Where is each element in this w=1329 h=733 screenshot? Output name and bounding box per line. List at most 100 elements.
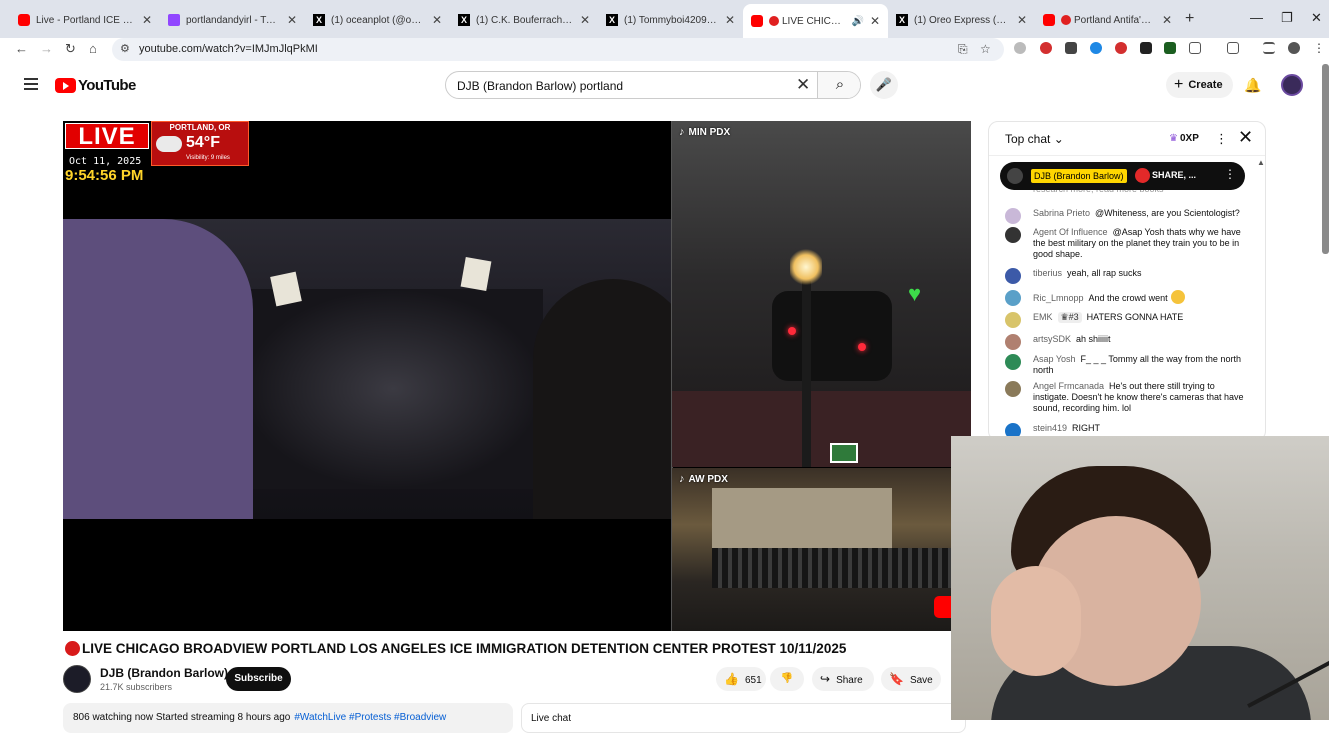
extension-icon[interactable] — [1040, 42, 1052, 54]
browser-tab[interactable]: X (1) oceanplot (@oceanplot ✕ — [305, 6, 450, 34]
chat-author[interactable]: Agent Of Influence — [1033, 227, 1108, 237]
chat-author[interactable]: tiberius — [1033, 268, 1062, 278]
chat-author[interactable]: Asap Yosh — [1033, 354, 1076, 364]
site-settings-icon[interactable]: ⚙ — [120, 42, 130, 55]
create-button[interactable]: + Create — [1166, 72, 1233, 98]
search-box[interactable]: DJB (Brandon Barlow) portland ✕ ⌕ — [445, 71, 861, 99]
pinned-message-banner[interactable]: DJB (Brandon Barlow) SHARE, ... ⋮ — [1000, 162, 1245, 190]
chat-author[interactable]: EMK — [1033, 312, 1053, 322]
building-image — [712, 488, 892, 548]
speaker-icon[interactable]: 🔊 — [851, 16, 863, 27]
hashtags[interactable]: #WatchLive #Protests #Broadview — [294, 712, 446, 723]
subscribe-button[interactable]: Subscribe — [226, 667, 291, 691]
browser-tab[interactable]: X (1) Tommyboi4209 (@Tom ✕ — [598, 6, 743, 34]
crowd-image — [712, 548, 952, 588]
close-tab-icon[interactable]: ✕ — [870, 14, 880, 28]
video-player[interactable]: ♥ ♪ MIN PDX ♪ AW PDX LIVE PORTLAND, OR 54°… — [63, 121, 971, 631]
chat-author[interactable]: Angel Frmcanada — [1033, 381, 1104, 391]
page-scrollbar[interactable] — [1322, 64, 1329, 254]
minimize-button[interactable]: — — [1250, 10, 1263, 25]
browser-menu-icon[interactable]: ⋮ — [1313, 42, 1325, 54]
chat-message[interactable]: Asap Yosh F_ _ _ Tommy all the way from t… — [1005, 354, 1245, 376]
overlay-time: 9:54:56 PM — [65, 167, 144, 184]
close-tab-icon[interactable]: ✕ — [1017, 13, 1027, 27]
bookmark-star-icon[interactable]: ☆ — [980, 42, 991, 56]
youtube-icon — [18, 14, 30, 26]
scroll-up-arrow-icon[interactable]: ▲ — [1257, 158, 1265, 167]
chat-message[interactable]: Angel Frmcanada He's out there still tryi… — [1005, 381, 1245, 414]
browser-tab-active[interactable]: LIVE CHICAGO BRO 🔊 ✕ — [743, 4, 888, 38]
more-options-icon[interactable]: ⋮ — [1224, 167, 1236, 181]
chat-message[interactable]: Sabrina Prieto @Whiteness, are you Scient… — [1005, 208, 1245, 224]
chat-message[interactable]: Ric_Lmnopp And the crowd went — [1005, 290, 1245, 306]
side-panel-icon[interactable] — [1227, 42, 1239, 54]
chat-author[interactable]: stein419 — [1033, 423, 1067, 433]
microphone-icon[interactable]: 🎤 — [870, 71, 898, 99]
profile-avatar-icon[interactable] — [1288, 42, 1300, 54]
green-heart-icon: ♥ — [908, 281, 922, 306]
home-icon[interactable]: ⌂ — [89, 41, 97, 56]
puzzle-extensions-icon[interactable] — [1189, 42, 1201, 54]
chat-message[interactable]: stein419 RIGHT — [1005, 423, 1245, 439]
live-dot-icon — [1061, 15, 1071, 25]
chat-text: ah shiiiiit — [1076, 334, 1111, 344]
close-tab-icon[interactable]: ✕ — [142, 13, 152, 27]
new-tab-button[interactable]: + — [1185, 10, 1194, 28]
chat-author[interactable]: artsySDK — [1033, 334, 1071, 344]
close-tab-icon[interactable]: ✕ — [1162, 13, 1172, 27]
extension-icon[interactable] — [1115, 42, 1127, 54]
account-avatar[interactable] — [1281, 74, 1303, 96]
extension-icon[interactable] — [1140, 42, 1152, 54]
chat-author[interactable]: Sabrina Prieto — [1033, 208, 1090, 218]
chat-message[interactable]: artsySDK ah shiiiiit — [1005, 334, 1245, 350]
media-control-icon[interactable] — [1263, 42, 1275, 54]
clear-search-icon[interactable]: ✕ — [796, 75, 810, 95]
chat-mode-dropdown[interactable]: Top chat ⌄ — [1005, 132, 1064, 146]
channel-avatar[interactable] — [63, 665, 91, 693]
description-box[interactable]: 806 watching now Started streaming 8 hou… — [63, 703, 513, 733]
rank-badge: ♛#3 — [1057, 312, 1082, 323]
close-tab-icon[interactable]: ✕ — [725, 13, 735, 27]
search-icon[interactable]: ⌕ — [817, 72, 860, 98]
browser-tab[interactable]: X (1) Oreo Express (@OreoE ✕ — [888, 6, 1035, 34]
more-options-icon[interactable]: ⋮ — [1215, 131, 1228, 147]
chat-message[interactable]: Agent Of Influence @Asap Yosh thats why w… — [1005, 227, 1245, 260]
close-tab-icon[interactable]: ✕ — [580, 13, 590, 27]
youtube-logo[interactable]: YouTube — [55, 77, 136, 94]
save-button[interactable]: 🔖 Save — [881, 667, 941, 691]
forward-arrow-icon[interactable]: → — [40, 41, 53, 56]
browser-tab[interactable]: Portland Antifa's LASER ✕ — [1035, 6, 1180, 34]
close-tab-icon[interactable]: ✕ — [432, 13, 442, 27]
browser-tab[interactable]: portlandandyirl - Twitch ✕ — [160, 6, 305, 34]
search-input[interactable]: DJB (Brandon Barlow) portland — [457, 79, 623, 93]
browser-tab[interactable]: X (1) C.K. Bouferrache aka H ✕ — [450, 6, 598, 34]
extension-icon[interactable] — [1014, 42, 1026, 54]
reload-icon[interactable]: ↻ — [65, 41, 76, 57]
like-button[interactable]: 👍 651 — [716, 667, 766, 691]
close-icon[interactable]: ✕ — [1238, 127, 1253, 148]
chat-message[interactable]: EMK ♛#3 HATERS GONNA HATE — [1005, 312, 1245, 328]
extension-icon[interactable] — [1164, 42, 1176, 54]
chat-author[interactable]: Ric_Lmnopp — [1033, 293, 1084, 303]
extension-icon[interactable] — [1065, 42, 1077, 54]
notifications-bell-icon[interactable]: 🔔 — [1244, 77, 1261, 94]
x-icon: X — [313, 14, 325, 26]
close-tab-icon[interactable]: ✕ — [287, 13, 297, 27]
chat-message[interactable]: tiberius yeah, all rap sucks — [1005, 268, 1245, 284]
extension-icon[interactable] — [1090, 42, 1102, 54]
address-bar[interactable]: ⚙ youtube.com/watch?v=IMJmJlqPkMI ⎘ ☆ — [112, 38, 1004, 61]
share-button[interactable]: ↪ Share — [812, 667, 874, 691]
live-chat-replay-bar[interactable]: Live chat — [521, 703, 966, 733]
dislike-button[interactable]: 👎 — [770, 667, 804, 691]
channel-name[interactable]: DJB (Brandon Barlow) — [100, 666, 228, 680]
browser-tab[interactable]: Live - Portland ICE Protest ✕ — [10, 6, 160, 34]
url-text[interactable]: youtube.com/watch?v=IMJmJlqPkMI — [139, 43, 318, 55]
close-window-button[interactable]: ✕ — [1311, 10, 1322, 26]
chat-text: yeah, all rap sucks — [1067, 268, 1142, 278]
install-app-icon[interactable]: ⎘ — [958, 42, 968, 57]
crown-icon: ♛ — [1169, 133, 1178, 144]
hamburger-menu-icon[interactable] — [24, 78, 38, 93]
back-arrow-icon[interactable]: ← — [15, 41, 28, 56]
xp-counter[interactable]: ♛ 0XP — [1169, 133, 1199, 144]
restore-button[interactable]: ❐ — [1281, 10, 1293, 26]
